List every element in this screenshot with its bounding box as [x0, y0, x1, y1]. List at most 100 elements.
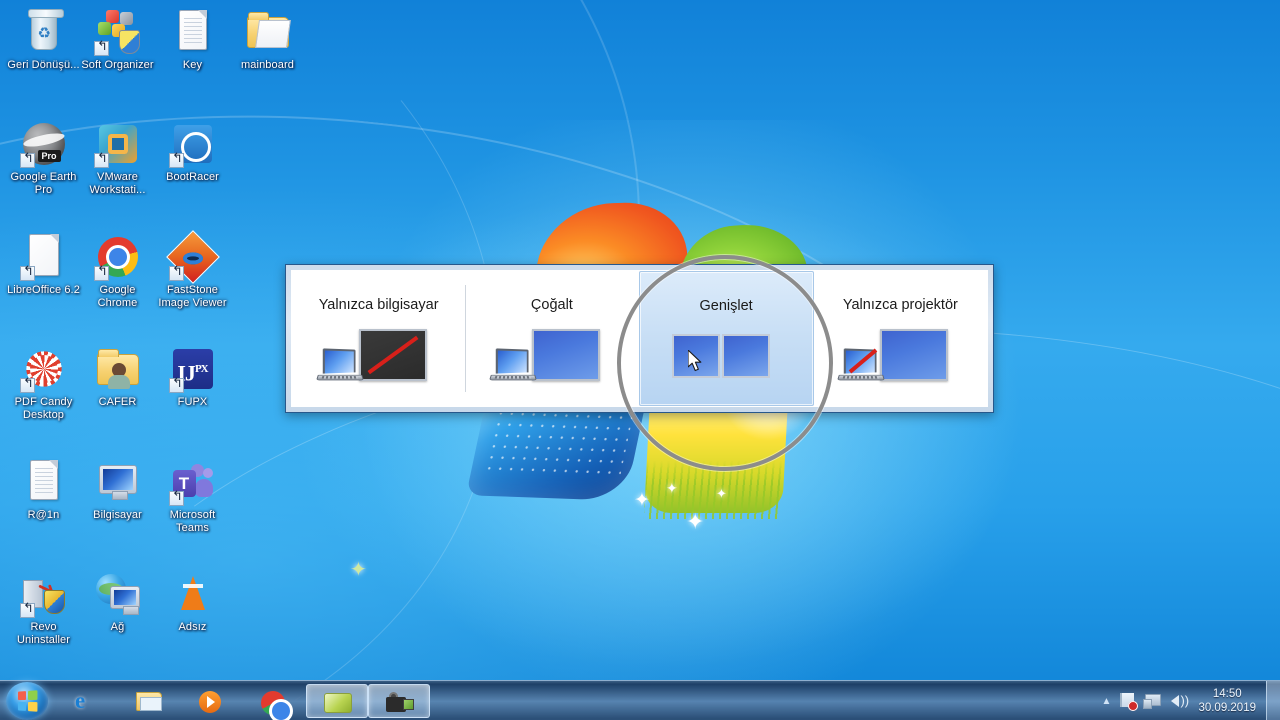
- desktop-icon-label: LibreOffice 6.2: [7, 284, 80, 296]
- desktop-icon-label: Bilgisayar: [93, 509, 142, 521]
- shortcut-overlay-icon: [19, 266, 35, 281]
- projection-options-list: Yalnızca bilgisayar Çoğalt Genişlet Yaln…: [291, 270, 988, 407]
- desktop-icon-label: PDF Candy Desktop: [14, 396, 73, 421]
- projection-option-label: Yalnızca bilgisayar: [318, 297, 439, 313]
- camcorder-icon: [386, 692, 414, 713]
- desktop-icon-microsoft-teams[interactable]: T Microsoft Teams: [155, 458, 230, 534]
- show-desktop-button[interactable]: [1266, 681, 1280, 720]
- google-earth-icon: Pro: [19, 120, 68, 168]
- desktop-icon-label: Microsoft Teams: [169, 509, 216, 534]
- desktop-icon-cafer[interactable]: CAFER: [80, 345, 155, 409]
- desktop-icon-label: Google Chrome: [97, 284, 138, 309]
- desktop-icon-label: CAFER: [98, 396, 137, 408]
- shortcut-overlay-icon: [93, 266, 109, 281]
- desktop-icon-r1n[interactable]: R@1n: [6, 458, 81, 522]
- volume-icon[interactable]: )): [1167, 690, 1189, 712]
- windows-logo-icon: [17, 690, 38, 712]
- text-document-icon: [169, 8, 217, 56]
- action-center-flag-icon[interactable]: [1117, 690, 1139, 712]
- laptop-only-icon: [315, 329, 439, 387]
- sparkle-icon: ✦: [716, 486, 727, 501]
- pdf-candy-icon: [19, 345, 68, 393]
- taskbar-windows-media-player[interactable]: [190, 684, 232, 718]
- desktop-icon-label: Geri Dönüşü...: [7, 59, 80, 71]
- desktop-icon-pdf-candy-desktop[interactable]: PDF Candy Desktop: [6, 345, 81, 421]
- sparkle-icon: ✦: [350, 559, 367, 581]
- projection-option-label: Genişlet: [699, 298, 753, 314]
- network-icon: [94, 570, 142, 618]
- clock-date: 30.09.2019: [1198, 702, 1256, 714]
- desktop-icon-label: FastStone Image Viewer: [158, 284, 227, 309]
- start-button[interactable]: [6, 682, 48, 720]
- desktop-icon-libreoffice[interactable]: LibreOffice 6.2: [6, 233, 81, 297]
- taskbar-internet-explorer[interactable]: e: [66, 684, 108, 718]
- vlc-icon: [169, 570, 217, 618]
- desktop-icon-bilgisayar[interactable]: Bilgisayar: [80, 458, 155, 522]
- clock-time: 14:50: [1212, 688, 1242, 700]
- taskbar-google-chrome[interactable]: [252, 684, 294, 720]
- network-icon[interactable]: [1142, 690, 1164, 712]
- taskbar-windows-explorer[interactable]: [128, 684, 170, 718]
- duplicate-displays-icon: [488, 329, 612, 387]
- desktop-icon-vmware-workstation[interactable]: VMware Workstati...: [80, 120, 155, 196]
- bootracer-icon: [168, 120, 217, 168]
- sparkle-icon: ✦: [686, 509, 705, 534]
- sparkle-icon: ✦: [666, 480, 678, 496]
- shortcut-overlay-icon: [93, 153, 109, 168]
- tray-overflow-button[interactable]: ▲: [1102, 696, 1112, 707]
- desktop-icon-bootracer[interactable]: BootRacer: [155, 120, 230, 184]
- shortcut-overlay-icon: [168, 378, 184, 393]
- projection-option-projector-only[interactable]: Yalnızca projektör: [814, 271, 987, 406]
- desktop-icon-soft-organizer[interactable]: Soft Organizer: [80, 8, 155, 72]
- desktop-icon-label: R@1n: [27, 509, 60, 521]
- desktop-icon-label: mainboard: [241, 59, 294, 71]
- card-app-icon: [324, 693, 352, 713]
- projection-option-label: Yalnızca projektör: [842, 297, 958, 313]
- projection-option-duplicate[interactable]: Çoğalt: [465, 271, 638, 406]
- sparkle-icon: ✦: [634, 490, 650, 511]
- shortcut-overlay-icon: [19, 603, 35, 618]
- desktop-icon-geri-donusum[interactable]: Geri Dönüşü...: [6, 8, 81, 72]
- desktop-icon-fupx[interactable]: IJPX FUPX: [155, 345, 230, 409]
- desktop-icon-key[interactable]: Key: [155, 8, 230, 72]
- recycle-bin-icon: [20, 8, 68, 56]
- taskbar-camtasia[interactable]: [368, 684, 430, 718]
- desktop-icon-label: Adsız: [178, 621, 207, 633]
- desktop-icon-google-chrome[interactable]: Google Chrome: [80, 233, 155, 309]
- desktop-icon-faststone-image-viewer[interactable]: FastStone Image Viewer: [155, 230, 230, 309]
- desktop-icon-label: Google Earth Pro: [10, 171, 77, 196]
- projector-only-icon: [837, 329, 960, 387]
- faststone-icon: [165, 230, 220, 284]
- desktop-icon-mainboard[interactable]: mainboard: [230, 8, 305, 72]
- shortcut-overlay-icon: [168, 153, 184, 168]
- vmware-icon: [93, 120, 142, 168]
- fupx-icon: IJPX: [168, 345, 217, 393]
- desktop-icon-ag[interactable]: Ağ: [80, 570, 155, 634]
- text-document-icon: [20, 458, 68, 506]
- desktop-icon-label: FUPX: [177, 396, 208, 408]
- desktop-icon-label: BootRacer: [166, 171, 219, 183]
- system-tray: ▲ )) 14:50 30.09.2019: [1094, 681, 1280, 720]
- computer-icon: [94, 458, 142, 506]
- clock[interactable]: 14:50 30.09.2019: [1192, 687, 1266, 715]
- taskbar-window-card[interactable]: [306, 684, 368, 718]
- desktop-icon-adsiz[interactable]: Adsız: [155, 570, 230, 634]
- libreoffice-icon: [19, 233, 68, 281]
- chrome-icon: [93, 233, 142, 281]
- desktop-icon-google-earth-pro[interactable]: Pro Google Earth Pro: [6, 120, 81, 196]
- shortcut-overlay-icon: [168, 266, 184, 281]
- desktop-icon-label: Revo Uninstaller: [16, 621, 71, 646]
- desktop-icon-label: VMware Workstati...: [89, 171, 146, 196]
- internet-explorer-icon: e: [75, 688, 86, 713]
- taskbar: e ▲ )) 14:50 30.09.2019: [0, 680, 1280, 720]
- desktop-icon-revo-uninstaller[interactable]: ➜ Revo Uninstaller: [6, 570, 81, 646]
- chrome-icon: [261, 691, 290, 720]
- projection-option-extend[interactable]: Genişlet: [638, 271, 814, 406]
- teams-icon: T: [168, 458, 217, 506]
- projection-option-computer-only[interactable]: Yalnızca bilgisayar: [292, 271, 465, 406]
- user-folder-icon: [94, 345, 142, 393]
- desktop-icon-label: Soft Organizer: [81, 59, 154, 71]
- desktop-icon-label: Ağ: [110, 621, 125, 633]
- shortcut-overlay-icon: [19, 153, 35, 168]
- extend-displays-icon: [666, 330, 786, 388]
